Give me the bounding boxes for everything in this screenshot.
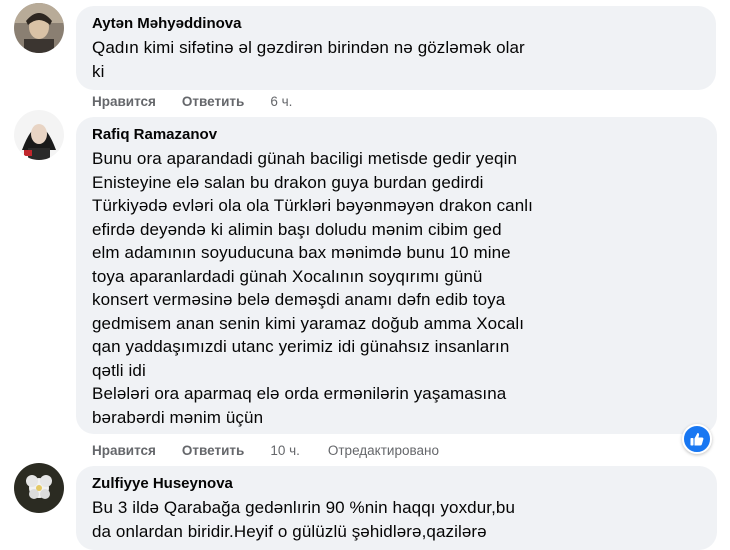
comment-actions: Нравится Ответить 10 ч. Отредактировано [92,441,465,459]
avatar[interactable] [14,463,64,513]
user-photo-icon [14,463,64,513]
comment-timestamp[interactable]: 10 ч. [270,443,300,458]
reply-button[interactable]: Ответить [182,443,244,458]
like-reaction-badge[interactable] [682,424,712,454]
avatar[interactable] [14,110,64,160]
thumbs-up-icon [690,433,704,446]
comment-bubble: Aytən Məhyəddinova Qadın kimi sifətinə ə… [76,6,716,90]
comment-actions: Нравится Ответить 6 ч. [92,92,318,110]
like-button[interactable]: Нравится [92,443,156,458]
like-button[interactable]: Нравится [92,94,156,109]
user-photo-icon [14,3,64,53]
comment-bubble: Rafiq Ramazanov Bunu ora aparandadi güna… [76,117,717,434]
avatar[interactable] [14,3,64,53]
comment-bubble: Zulfiyye Huseynova Bu 3 ildə Qarabağa ge… [76,466,717,550]
comment-author[interactable]: Rafiq Ramazanov [92,125,703,145]
comment-author[interactable]: Zulfiyye Huseynova [92,474,703,494]
comment-text: Bunu ora aparandadi günah baciligi metis… [92,149,533,427]
reply-button[interactable]: Ответить [182,94,244,109]
comment-author[interactable]: Aytən Məhyəddinova [92,14,702,34]
comment-text: Bu 3 ildə Qarabağa gedənlırin 90 %nin ha… [92,498,516,541]
edited-label: Отредактировано [327,442,439,458]
comment-timestamp[interactable]: 6 ч. [270,94,292,109]
user-photo-icon [14,110,64,160]
comment-text: Qadın kimi sifətinə əl gəzdirən birindən… [92,38,525,81]
